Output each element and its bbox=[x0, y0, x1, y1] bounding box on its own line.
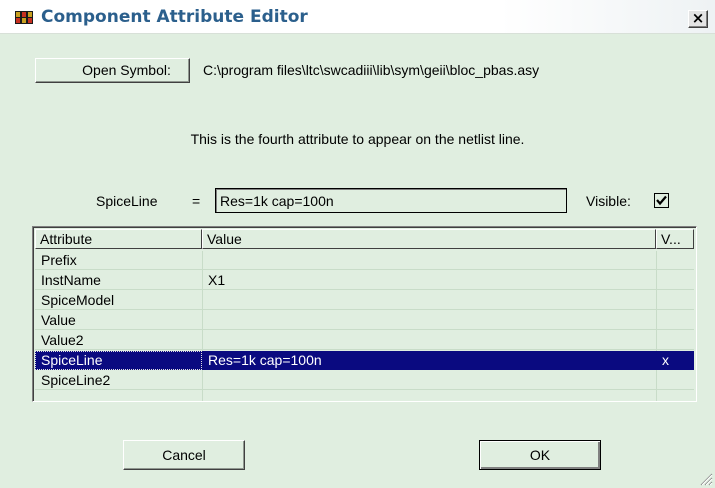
cell-visible bbox=[656, 331, 694, 350]
cell-visible bbox=[656, 311, 694, 330]
title-bar[interactable]: Component Attribute Editor × bbox=[0, 0, 715, 34]
cell-value: X1 bbox=[208, 272, 226, 288]
cell-visible: x bbox=[662, 352, 669, 368]
cell-value bbox=[202, 371, 656, 390]
cell-value bbox=[202, 331, 656, 350]
table-row[interactable]: Value bbox=[35, 311, 694, 330]
cell-visible bbox=[656, 291, 694, 310]
open-symbol-button[interactable]: Open Symbol: bbox=[35, 58, 190, 83]
table-row[interactable]: InstName X1 bbox=[35, 271, 694, 290]
resize-grip-icon[interactable] bbox=[698, 471, 713, 486]
close-button[interactable]: × bbox=[688, 10, 708, 28]
cell-visible bbox=[656, 371, 694, 390]
column-header-visible[interactable]: V... bbox=[656, 229, 694, 249]
cell-attribute: Value bbox=[41, 312, 76, 328]
symbol-path: C:\program files\ltc\swcadiii\lib\sym\ge… bbox=[203, 62, 540, 78]
attribute-info-text: This is the fourth attribute to appear o… bbox=[190, 131, 525, 147]
cell-visible bbox=[656, 271, 694, 290]
cell-attribute: SpiceLine bbox=[35, 351, 202, 370]
cell-value bbox=[202, 311, 656, 330]
cell-attribute: Prefix bbox=[41, 252, 77, 268]
column-header-value[interactable]: Value bbox=[202, 229, 656, 249]
table-row[interactable]: SpiceLine2 bbox=[35, 371, 694, 390]
attribute-editor-dialog: Component Attribute Editor × Open Symbol… bbox=[0, 0, 715, 488]
ltspice-app-icon bbox=[15, 11, 33, 24]
cell-visible bbox=[656, 251, 694, 270]
attribute-value-input[interactable] bbox=[215, 188, 567, 213]
attribute-name-label: SpiceLine bbox=[96, 193, 158, 209]
visible-label: Visible: bbox=[586, 193, 631, 209]
window-title: Component Attribute Editor bbox=[41, 7, 308, 27]
cell-value: Res=1k cap=100n bbox=[208, 352, 322, 368]
table-row[interactable]: SpiceModel bbox=[35, 291, 694, 310]
close-icon: × bbox=[691, 9, 705, 27]
table-row-selected[interactable]: SpiceLine Res=1k cap=100n x bbox=[35, 351, 694, 370]
checkmark-icon bbox=[656, 195, 667, 206]
cell-value bbox=[202, 291, 656, 310]
cell-attribute: SpiceLine2 bbox=[41, 372, 111, 388]
ok-button[interactable]: OK bbox=[479, 440, 601, 470]
visible-checkbox[interactable] bbox=[654, 193, 669, 208]
cancel-button[interactable]: Cancel bbox=[123, 440, 245, 470]
column-header-attribute[interactable]: Attribute bbox=[35, 229, 202, 249]
table-row[interactable]: Prefix bbox=[35, 251, 694, 270]
cell-attribute: InstName bbox=[41, 272, 101, 288]
table-row[interactable]: Value2 bbox=[35, 331, 694, 350]
cell-value bbox=[202, 251, 656, 270]
attribute-table[interactable]: Attribute Value V... Prefix InstName X1 … bbox=[32, 226, 697, 402]
cell-attribute: SpiceModel bbox=[41, 292, 115, 308]
cell-attribute: Value2 bbox=[41, 332, 84, 348]
equals-sign: = bbox=[192, 193, 201, 209]
